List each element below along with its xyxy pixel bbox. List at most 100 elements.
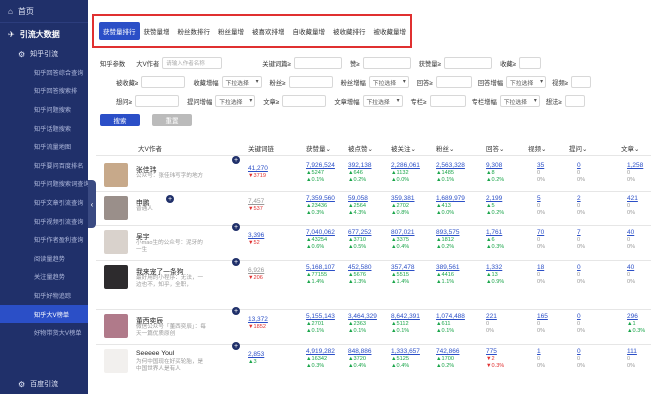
sidebar-item[interactable]: 知乎话题搜索 (0, 119, 88, 138)
sidebar-item[interactable]: 知乎流量地图 (0, 137, 88, 156)
add-icon[interactable]: + (232, 223, 240, 231)
cell-value[interactable]: 221 (486, 313, 536, 320)
add-icon[interactable]: + (232, 156, 240, 164)
cell-value[interactable]: 7 (577, 229, 605, 236)
fans-growth-select[interactable]: 下拉选择 ▾ (368, 76, 409, 88)
cell-value[interactable]: 2,853 (248, 351, 298, 358)
cell-value[interactable]: 296 (627, 313, 655, 320)
cell-value[interactable]: 35 (537, 162, 565, 169)
cell-value[interactable]: 165 (537, 313, 565, 320)
cell-value[interactable]: 1,761 (486, 229, 536, 236)
tab-ranking[interactable]: 粉丝数排行 (174, 22, 215, 40)
avatar[interactable] (104, 230, 128, 254)
cell-value[interactable]: 0 (577, 264, 605, 271)
sidebar-home[interactable]: ⌂ 首页 (0, 0, 88, 23)
cell-value[interactable]: 0 (577, 162, 605, 169)
column-header[interactable]: 视频⌄ (528, 143, 546, 153)
sidebar-item[interactable]: 知乎问题搜索 (0, 100, 88, 119)
sidebar-sub-zhihu[interactable]: ⚙ 知乎引流 (0, 45, 88, 63)
cell-value[interactable]: 18 (537, 264, 565, 271)
upvotes-min-input[interactable] (444, 57, 493, 69)
author-search-input[interactable]: 请输入作者名称 (162, 57, 223, 69)
articles-min-input[interactable] (282, 95, 327, 107)
tab-ranking[interactable]: 粉丝量增 (214, 22, 248, 40)
reset-button[interactable]: 重置 (152, 114, 192, 126)
sidebar-item[interactable]: 知乎作者盈利查询 (0, 230, 88, 249)
column-growth-select[interactable]: 下拉选择 ▾ (499, 95, 540, 107)
cell-value[interactable]: 421 (627, 195, 655, 202)
cell-value[interactable]: 111 (627, 348, 655, 355)
sidebar-item[interactable]: 好物带货大V榜单 (0, 323, 88, 342)
add-icon[interactable]: + (232, 258, 240, 266)
column-header[interactable]: 被关注⌄ (391, 143, 416, 153)
sidebar-item[interactable]: 阅读量趋势 (0, 249, 88, 268)
column-header[interactable]: 关键词链 (248, 143, 274, 153)
favorites-min-input[interactable] (519, 57, 542, 69)
cell-value[interactable]: 40 (627, 229, 655, 236)
sidebar-item[interactable]: 知乎要问百度排名 (0, 156, 88, 175)
add-icon[interactable]: + (232, 342, 240, 350)
collected-min-input[interactable] (141, 76, 186, 88)
answers-min-input[interactable] (435, 76, 472, 88)
fans-min-input[interactable] (288, 76, 333, 88)
column-header[interactable]: 回答⌄ (486, 143, 504, 153)
column-header[interactable]: 文章⌄ (621, 143, 639, 153)
cell-value[interactable]: 13,372 (248, 316, 298, 323)
likes-min-input[interactable] (362, 57, 411, 69)
avatar[interactable] (104, 163, 128, 187)
column-header[interactable]: 被点赞⌄ (348, 143, 373, 153)
cell-value[interactable]: 5 (537, 195, 565, 202)
cell-value[interactable]: 1,258 (627, 162, 655, 169)
cell-value[interactable]: 742,866 (436, 348, 486, 355)
avatar[interactable] (104, 265, 128, 289)
tab-ranking[interactable]: 获赞量增 (140, 22, 174, 40)
sidebar-group-traffic[interactable]: ✈ 引流大数据 (0, 23, 88, 45)
sidebar-item[interactable]: 知乎回答综合查询 (0, 63, 88, 82)
questions-min-input[interactable] (135, 95, 180, 107)
cell-value[interactable]: 0 (577, 348, 605, 355)
cell-value[interactable]: 2,563,328 (436, 162, 486, 169)
cell-value[interactable]: 357,478 (391, 264, 441, 271)
column-header[interactable]: 大V作者 (138, 143, 162, 153)
columns-min-input[interactable] (429, 95, 466, 107)
answer-growth-select[interactable]: 下拉选择 ▾ (506, 76, 547, 88)
cell-value[interactable]: 8,642,391 (391, 313, 441, 320)
cell-value[interactable]: 1,333,657 (391, 348, 441, 355)
ideas-min-input[interactable] (564, 95, 585, 107)
tab-ranking[interactable]: 获赞量排行 (99, 22, 140, 40)
cell-value[interactable]: 6,926 (248, 267, 298, 274)
cell-value[interactable]: 2 (577, 195, 605, 202)
author-name[interactable]: Seeeee Youl (136, 350, 174, 357)
cell-value[interactable]: 2,286,061 (391, 162, 441, 169)
tab-ranking[interactable]: 被收藏排行 (329, 22, 370, 40)
videos-min-input[interactable] (571, 76, 592, 88)
sidebar-item[interactable]: 关注量趋势 (0, 268, 88, 287)
sidebar-item[interactable]: 知乎大V榜单 (0, 304, 88, 324)
cell-value[interactable]: 1,689,979 (436, 195, 486, 202)
cell-value[interactable]: 2,199 (486, 195, 536, 202)
sidebar-item[interactable]: 知乎文章引流查询 (0, 193, 88, 212)
cell-value[interactable]: 1,332 (486, 264, 536, 271)
avatar[interactable] (104, 349, 128, 373)
avatar[interactable] (104, 196, 128, 220)
tab-ranking[interactable]: 被收藏量增 (370, 22, 411, 40)
search-button[interactable]: 搜索 (100, 114, 140, 126)
cell-value[interactable]: 389,561 (436, 264, 486, 271)
question-growth-select[interactable]: 下拉选择 ▾ (215, 95, 256, 107)
sidebar-item[interactable]: 知乎问题搜索词查询 (0, 175, 88, 194)
cell-value[interactable]: 41,270 (248, 165, 298, 172)
column-header[interactable]: 获赞量⌄ (306, 143, 331, 153)
sidebar-sub-baidu[interactable]: ⚙ 百度引流 (0, 374, 88, 394)
tab-ranking[interactable]: 自收藏量增 (289, 22, 330, 40)
add-icon[interactable]: + (166, 195, 174, 203)
cell-value[interactable]: 40 (627, 264, 655, 271)
cell-value[interactable]: 807,021 (391, 229, 441, 236)
cell-value[interactable]: 3,396 (248, 232, 298, 239)
avatar[interactable] (104, 314, 128, 338)
cell-value[interactable]: 1 (537, 348, 565, 355)
collect-growth-select[interactable]: 下拉选择 ▾ (221, 76, 262, 88)
cell-value[interactable]: 775 (486, 348, 536, 355)
sidebar-item[interactable]: 知乎好物追踪 (0, 286, 88, 305)
cell-value[interactable]: 1,074,488 (436, 313, 486, 320)
cell-value[interactable]: 9,308 (486, 162, 536, 169)
